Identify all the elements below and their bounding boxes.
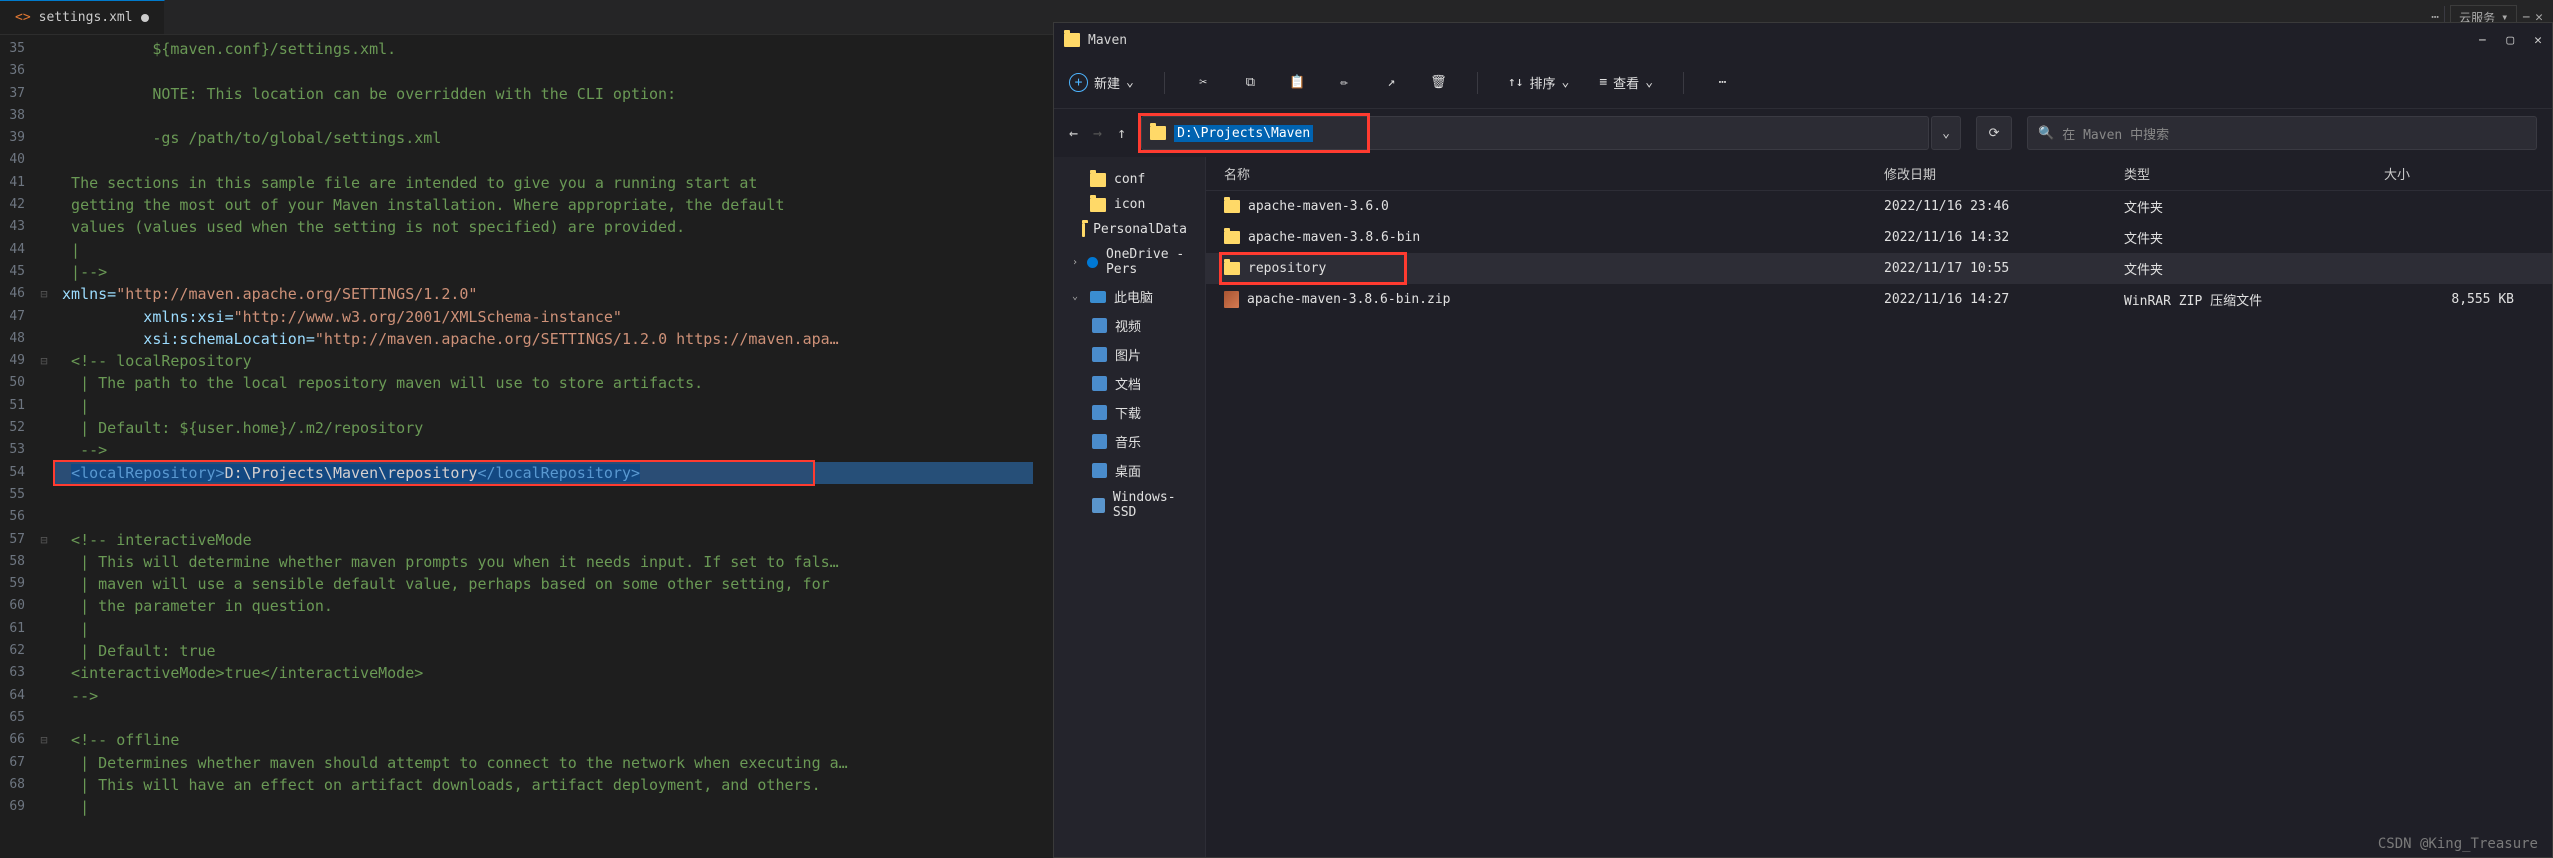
back-arrow-icon[interactable]: ← xyxy=(1069,124,1078,142)
sort-button[interactable]: ↑↓ 排序 ⌄ xyxy=(1508,73,1570,92)
explorer-toolbar: + 新建 ⌄ ✂ ⧉ 📋 ✏ ↗ 🗑 ↑↓ 排序 ⌄ ≡ 查看 ⌄ ⋯ xyxy=(1054,57,2552,109)
file-row[interactable]: apache-maven-3.6.02022/11/16 23:46文件夹 xyxy=(1206,191,2552,222)
more-icon[interactable]: ⋯ xyxy=(1714,74,1731,91)
maximize-icon[interactable]: ▢ xyxy=(2506,33,2514,48)
copy-icon[interactable]: ⧉ xyxy=(1242,74,1259,91)
sidebar-item[interactable]: 文档 xyxy=(1054,369,1205,398)
sidebar-item[interactable]: Windows-SSD xyxy=(1054,485,1205,525)
cut-icon[interactable]: ✂ xyxy=(1195,74,1212,91)
tab-settings-xml[interactable]: <> settings.xml xyxy=(0,0,165,34)
search-input[interactable]: 🔍 在 Maven 中搜索 xyxy=(2027,116,2537,150)
file-list: 名称 修改日期 类型 大小 apache-maven-3.6.02022/11/… xyxy=(1206,157,2552,857)
file-row[interactable]: apache-maven-3.8.6-bin.zip2022/11/16 14:… xyxy=(1206,284,2552,315)
explorer-titlebar[interactable]: Maven − ▢ ✕ xyxy=(1054,23,2552,57)
chevron-down-icon: ⌄ xyxy=(1645,75,1653,90)
sidebar-item[interactable]: icon xyxy=(1054,192,1205,217)
file-explorer-window: Maven − ▢ ✕ + 新建 ⌄ ✂ ⧉ 📋 ✏ ↗ 🗑 ↑↓ 排序 ⌄ ≡… xyxy=(1053,22,2553,858)
address-dropdown[interactable]: ⌄ xyxy=(1931,116,1961,150)
sidebar-item[interactable]: 桌面 xyxy=(1054,456,1205,485)
col-type[interactable]: 类型 xyxy=(2124,164,2384,183)
file-row[interactable]: repository2022/11/17 10:55文件夹 xyxy=(1206,253,2552,284)
refresh-icon: ⟳ xyxy=(1989,126,2000,141)
sort-icon: ↑↓ xyxy=(1508,75,1524,90)
folder-icon xyxy=(1064,33,1080,47)
file-row[interactable]: apache-maven-3.8.6-bin2022/11/16 14:32文件… xyxy=(1206,222,2552,253)
minimize-icon[interactable]: − xyxy=(2479,33,2487,48)
paste-icon[interactable]: 📋 xyxy=(1289,74,1306,91)
new-button[interactable]: + 新建 ⌄ xyxy=(1069,73,1134,92)
up-arrow-icon[interactable]: ↑ xyxy=(1117,124,1126,142)
share-icon[interactable]: ↗ xyxy=(1383,74,1400,91)
line-number-gutter: 3536373839404142434445464748495051525354… xyxy=(0,35,35,858)
window-title: Maven xyxy=(1088,33,1127,48)
sidebar-item[interactable]: 图片 xyxy=(1054,340,1205,369)
forward-arrow-icon[interactable]: → xyxy=(1093,124,1102,142)
sidebar-item[interactable]: 下载 xyxy=(1054,398,1205,427)
sidebar-item[interactable]: ⌄此电脑 xyxy=(1054,282,1205,311)
fold-gutter: ⊟⊟⊟⊟ xyxy=(35,35,53,858)
sidebar-item[interactable]: conf xyxy=(1054,167,1205,192)
refresh-button[interactable]: ⟳ xyxy=(1976,116,2012,150)
col-date[interactable]: 修改日期 xyxy=(1884,164,2124,183)
chevron-down-icon: ⌄ xyxy=(1562,75,1570,90)
view-icon: ≡ xyxy=(1599,75,1607,90)
sidebar-tree: conficonPersonalData›OneDrive - Pers⌄此电脑… xyxy=(1054,157,1206,857)
rename-icon[interactable]: ✏ xyxy=(1336,74,1353,91)
dirty-indicator-icon xyxy=(141,14,149,22)
close-icon[interactable]: ✕ xyxy=(2534,33,2542,48)
delete-icon[interactable]: 🗑 xyxy=(1430,74,1447,91)
view-button[interactable]: ≡ 查看 ⌄ xyxy=(1599,73,1653,92)
sidebar-item[interactable]: ›OneDrive - Pers xyxy=(1054,242,1205,282)
watermark-text: CSDN @King_Treasure xyxy=(2378,836,2538,852)
search-placeholder: 在 Maven 中搜索 xyxy=(2062,124,2169,143)
xml-file-icon: <> xyxy=(15,10,31,25)
col-size[interactable]: 大小 xyxy=(2384,164,2534,183)
sidebar-item[interactable]: 音乐 xyxy=(1054,427,1205,456)
tab-label: settings.xml xyxy=(39,10,133,25)
explorer-navigation-row: ← → ↑ D:\Projects\Maven ⌄ ⟳ 🔍 在 Maven 中搜… xyxy=(1054,109,2552,157)
sidebar-item[interactable]: 视频 xyxy=(1054,311,1205,340)
plus-icon: + xyxy=(1069,73,1088,92)
sidebar-item[interactable]: PersonalData xyxy=(1054,217,1205,242)
search-icon: 🔍 xyxy=(2038,126,2054,141)
col-name[interactable]: 名称 xyxy=(1224,164,1884,183)
highlight-annotation xyxy=(1138,113,1370,153)
file-list-header[interactable]: 名称 修改日期 类型 大小 xyxy=(1206,157,2552,191)
chevron-down-icon: ⌄ xyxy=(1126,75,1134,90)
